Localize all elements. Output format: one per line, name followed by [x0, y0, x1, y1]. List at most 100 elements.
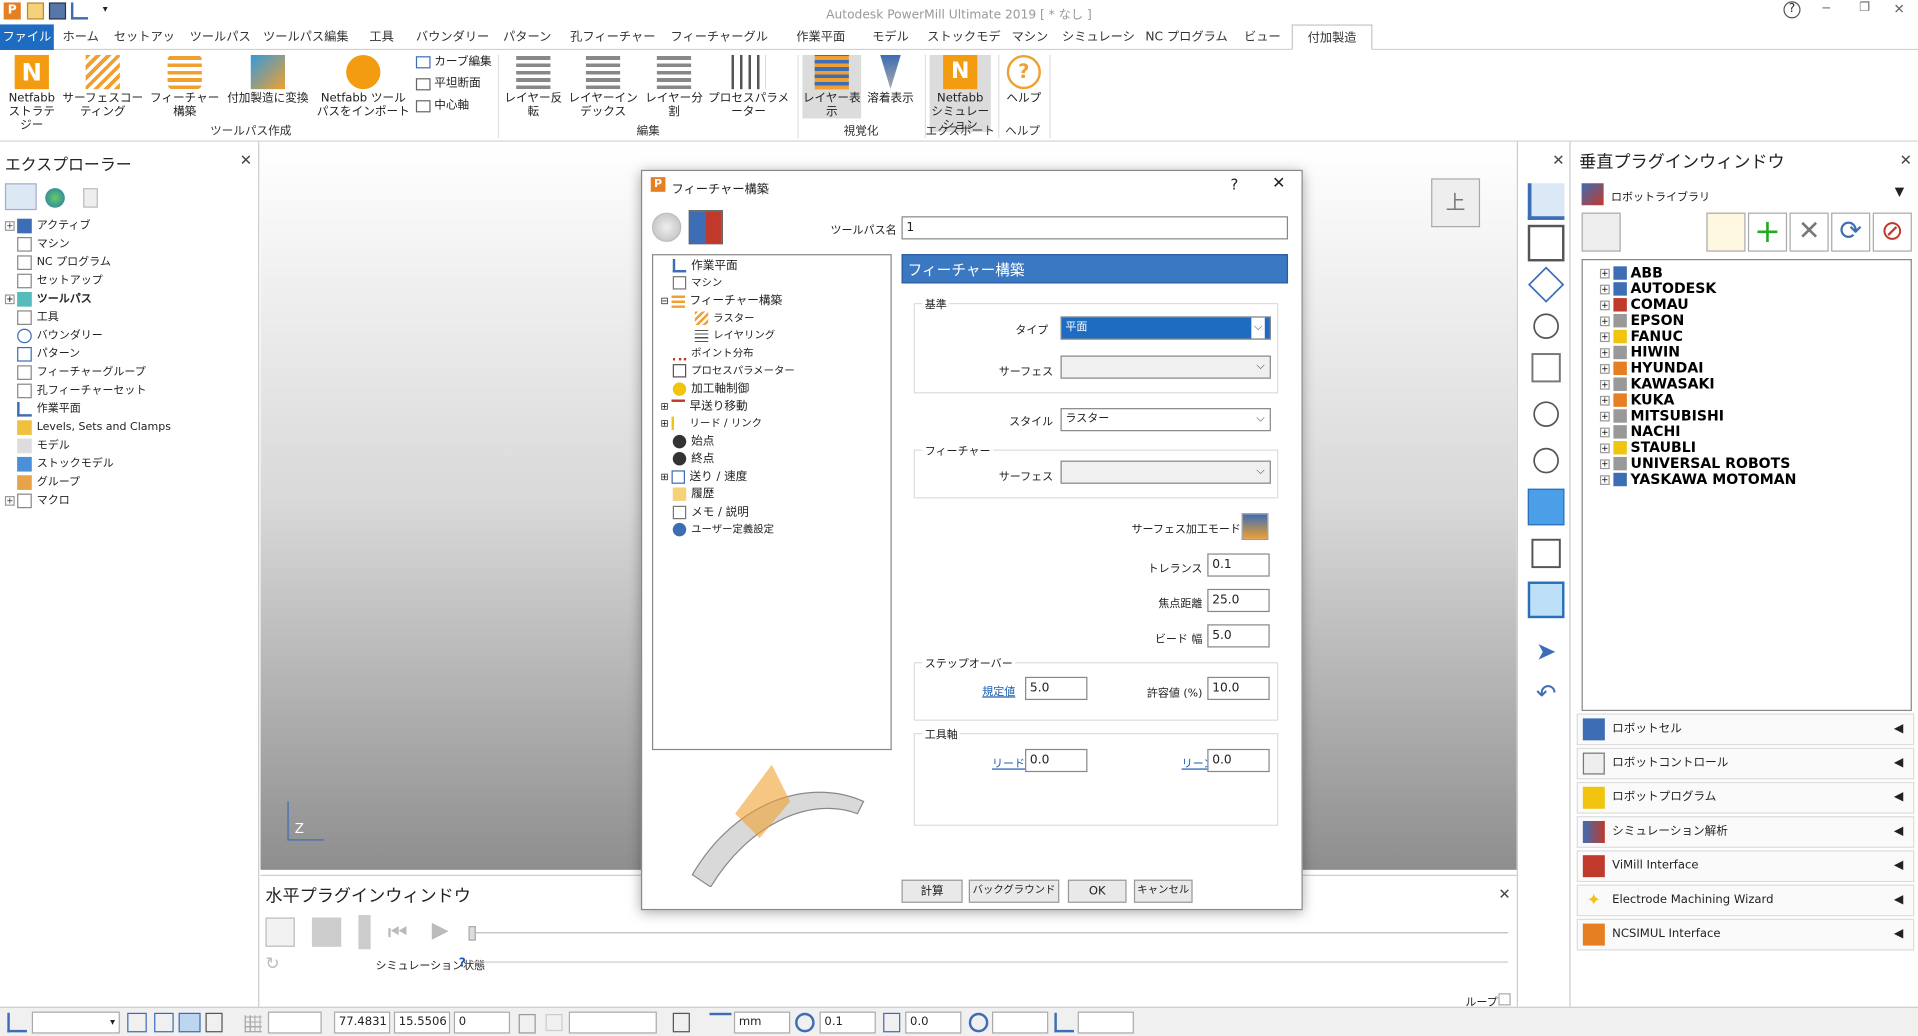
tab-tool[interactable]: 工具: [357, 24, 406, 50]
tolerance-input[interactable]: 0.1: [1207, 553, 1270, 577]
tab-machine[interactable]: マシン: [1008, 24, 1052, 50]
wireframe-view-icon[interactable]: [1531, 538, 1561, 569]
tree-raster[interactable]: ラスター: [694, 310, 755, 327]
lean-input[interactable]: 0.0: [1207, 748, 1270, 773]
focus-distance-input[interactable]: 25.0: [1207, 588, 1270, 613]
tree-item-nc-program[interactable]: NC プログラム: [17, 254, 111, 271]
tree-workplane[interactable]: 作業平面: [672, 258, 738, 275]
angle-icon[interactable]: [1054, 1012, 1074, 1033]
background-button[interactable]: バックグラウンド: [968, 879, 1060, 903]
trash-icon[interactable]: [83, 188, 98, 208]
toolpath-name-input[interactable]: 1: [901, 216, 1289, 240]
tree-view-icon[interactable]: [4, 183, 37, 211]
coord-x-field[interactable]: 77.4831: [333, 1011, 391, 1034]
feature-surface-select[interactable]: ⌵: [1060, 460, 1271, 484]
tab-home[interactable]: ホーム: [56, 24, 105, 50]
restore-button[interactable]: ❐: [1859, 1, 1870, 14]
zoom-previous-icon[interactable]: [1533, 447, 1559, 474]
grid-icon[interactable]: [244, 1015, 262, 1033]
sim-status-help-icon[interactable]: ?: [459, 957, 466, 970]
surface-mode-button[interactable]: [1241, 513, 1269, 540]
snap-grid-icon[interactable]: [154, 1012, 174, 1033]
coord-z-field[interactable]: 0: [453, 1011, 511, 1034]
style-select[interactable]: ラスター ⌵: [1060, 408, 1271, 432]
loop-checkbox[interactable]: [1498, 993, 1511, 1006]
robot-item-universal-robots[interactable]: + UNIVERSAL ROBOTS: [1599, 455, 1790, 472]
sim-tool-icon[interactable]: [358, 915, 371, 950]
calc-button[interactable]: 計算: [901, 879, 963, 903]
stepover-default-link[interactable]: 規定値: [982, 683, 1015, 699]
list-icon[interactable]: [518, 1014, 536, 1034]
dialog-close-button[interactable]: ✕: [1272, 175, 1285, 193]
cube-view-icon[interactable]: [1527, 266, 1565, 303]
feature-build-button[interactable]: フィーチャー構築: [149, 54, 220, 119]
robot-item-mitsubishi[interactable]: + MITSUBISHI: [1599, 407, 1724, 424]
zoom-icon[interactable]: [1533, 313, 1559, 340]
section-electrode-wizard[interactable]: ✦ Electrode Machining Wizard ◀: [1576, 884, 1915, 917]
tree-item-toolpath[interactable]: + ツールパス: [4, 291, 92, 308]
minimize-button[interactable]: ─: [1823, 2, 1830, 15]
shaded-view-icon[interactable]: [1527, 488, 1565, 526]
robot-item-fanuc[interactable]: + FANUC: [1599, 328, 1683, 345]
tree-item-levels[interactable]: Levels, Sets and Clamps: [17, 419, 171, 436]
refresh-view-icon[interactable]: [1531, 353, 1561, 383]
lead-link[interactable]: リード: [992, 755, 1025, 771]
layer-split-button[interactable]: レイヤー分割: [643, 54, 704, 119]
robot-tool-icon[interactable]: [1581, 212, 1621, 252]
tree-item-group[interactable]: グループ: [17, 474, 80, 491]
tab-view[interactable]: ビュー: [1240, 24, 1284, 50]
close-button[interactable]: ✕: [1894, 1, 1905, 17]
allow-input[interactable]: 10.0: [1207, 676, 1270, 701]
view-cube-top[interactable]: 上: [1431, 178, 1481, 228]
section-robot-control[interactable]: ロボットコントロール ◀: [1576, 747, 1915, 780]
robot-item-kawasaki[interactable]: + KAWASAKI: [1599, 376, 1715, 392]
tab-pattern[interactable]: パターン: [499, 24, 555, 50]
layer-reverse-button[interactable]: レイヤー反転: [504, 54, 563, 119]
tree-end-point[interactable]: 終点: [672, 451, 714, 468]
layer-display-button[interactable]: レイヤー表示: [802, 54, 862, 119]
tab-model[interactable]: モデル: [866, 24, 915, 50]
tree-item-machine[interactable]: マシン: [17, 236, 70, 253]
tab-toolpath-edit[interactable]: ツールパス編集: [262, 24, 350, 50]
tree-notes[interactable]: メモ / 説明: [672, 505, 749, 522]
sim-slider[interactable]: [470, 932, 1509, 934]
coord-y-field[interactable]: 15.5506: [393, 1011, 451, 1034]
robot-copy-icon[interactable]: [1706, 212, 1746, 252]
tree-item-hole-feature-set[interactable]: 孔フィーチャーセット: [17, 382, 146, 399]
hplugin-close-icon[interactable]: ✕: [1498, 886, 1510, 903]
sim-refresh-icon[interactable]: ↻: [265, 954, 294, 976]
diameter-icon[interactable]: [968, 1012, 989, 1033]
grid-field[interactable]: [267, 1011, 322, 1034]
quick-access-dropdown-icon[interactable]: ▾: [103, 4, 108, 15]
tolerance-field[interactable]: 0.1: [819, 1011, 876, 1034]
tree-tool-axis[interactable]: 加工軸制御: [672, 381, 749, 398]
netfabb-strategy-button[interactable]: N Netfabb ストラテジー: [5, 54, 59, 132]
tree-feed-speed[interactable]: ⊞ 送り / 速度: [661, 469, 747, 486]
type-select[interactable]: 平面 ⌵: [1060, 316, 1271, 340]
strategy-selected-icon[interactable]: [688, 210, 723, 245]
tree-item-setup[interactable]: セットアップ: [17, 272, 103, 289]
open-icon[interactable]: [26, 2, 45, 20]
tree-item-active[interactable]: + アクティブ: [4, 217, 91, 234]
process-params-button[interactable]: プロセスパラメーター: [705, 54, 793, 119]
tab-boundary[interactable]: バウンダリー: [416, 24, 489, 50]
tree-layering[interactable]: レイヤリング: [694, 327, 775, 344]
netfabb-import-button[interactable]: Netfabb ツールパスをインポート: [316, 54, 411, 119]
convert-additive-button[interactable]: 付加製造に変換: [223, 54, 314, 105]
diameter-field[interactable]: [992, 1011, 1049, 1034]
lead-input[interactable]: 0.0: [1025, 748, 1088, 773]
tree-user-settings[interactable]: ユーザー定義設定: [672, 522, 774, 539]
center-axis-button[interactable]: 中心軸: [415, 99, 492, 112]
tab-hole-feature-set[interactable]: 孔フィーチャーセット: [565, 24, 660, 70]
view-toolbar-close-icon[interactable]: ✕: [1552, 151, 1564, 168]
tree-item-workplane[interactable]: 作業平面: [17, 401, 81, 418]
tree-history[interactable]: 履歴: [672, 486, 714, 503]
flat-section-button[interactable]: 平坦断面: [415, 77, 492, 90]
tab-workplane[interactable]: 作業平面: [783, 24, 859, 50]
robot-item-kuka[interactable]: + KUKA: [1599, 392, 1674, 408]
globe-icon[interactable]: [45, 188, 65, 208]
sim-rewind-icon[interactable]: ⏮: [388, 920, 408, 946]
bead-width-input[interactable]: 5.0: [1207, 624, 1270, 648]
tree-item-macro[interactable]: + マクロ: [4, 492, 70, 509]
robot-item-nachi[interactable]: + NACHI: [1599, 423, 1681, 440]
